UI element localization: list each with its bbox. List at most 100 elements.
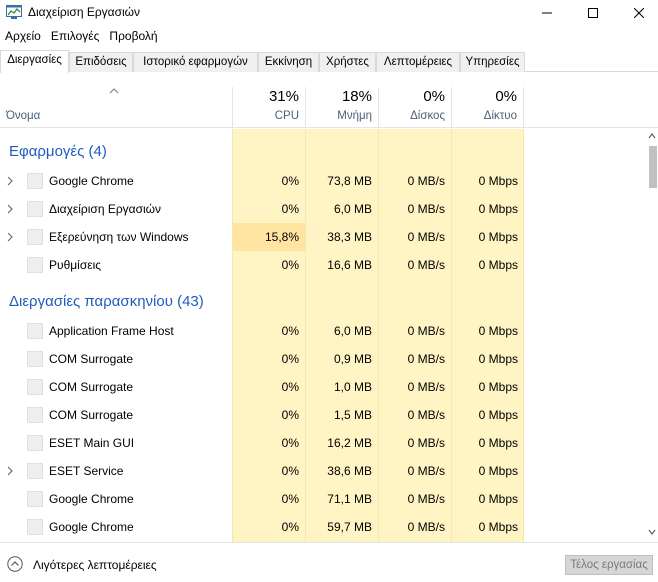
network-value: 0 Mbps [478, 174, 518, 188]
process-name: Εξερεύνηση των Windows [49, 230, 189, 244]
column-cpu-header[interactable]: 31% CPU [232, 87, 305, 128]
maximize-icon [588, 7, 598, 18]
group-header[interactable]: Εφαρμογές (4) [0, 137, 646, 165]
cpu-value: 0% [281, 492, 299, 506]
tab-performance[interactable]: Επιδόσεις [69, 52, 133, 72]
cpu-value: 0% [281, 520, 299, 534]
end-task-button[interactable]: Τέλος εργασίας [565, 555, 653, 575]
process-name: ESET Main GUI [49, 436, 135, 450]
disk-value: 0 MB/s [407, 324, 445, 338]
process-row[interactable]: Google Chrome 0% 59,7 MB 0 MB/s 0 Mbps [0, 513, 646, 541]
column-name-header[interactable]: Όνομα [6, 110, 40, 122]
scroll-up-icon[interactable] [648, 133, 656, 139]
process-icon [27, 173, 43, 189]
process-row[interactable]: Εξερεύνηση των Windows 15,8% 38,3 MB 0 MB/s… [0, 223, 646, 251]
disk-value: 0 MB/s [407, 520, 445, 534]
process-icon [27, 201, 43, 217]
window-title: Διαχείριση Εργασιών [28, 5, 141, 19]
disk-value: 0 MB/s [407, 258, 445, 272]
sort-up-icon[interactable] [108, 87, 120, 95]
process-name: Application Frame Host [49, 324, 174, 338]
memory-label: Μνήμη [337, 110, 372, 122]
process-row[interactable]: COM Surrogate 0% 1,5 MB 0 MB/s 0 Mbps [0, 401, 646, 429]
network-value: 0 Mbps [478, 202, 518, 216]
process-icon [27, 463, 43, 479]
fewer-details-link[interactable]: Λιγότερες λεπτομέρειες [33, 558, 157, 572]
disk-value: 0 MB/s [407, 380, 445, 394]
scroll-down-icon[interactable] [648, 529, 656, 535]
minimize-button[interactable] [524, 0, 570, 25]
network-value: 0 Mbps [478, 464, 518, 478]
menu-options[interactable]: Επιλογές [46, 26, 105, 46]
cpu-value: 0% [281, 352, 299, 366]
tab-processes[interactable]: Διεργασίες [0, 50, 69, 73]
network-value: 0 Mbps [478, 436, 518, 450]
process-row[interactable]: COM Surrogate 0% 1,0 MB 0 MB/s 0 Mbps [0, 373, 646, 401]
memory-value: 38,3 MB [327, 230, 372, 244]
chevron-right-icon[interactable] [6, 176, 14, 186]
chevron-right-icon[interactable] [6, 232, 14, 242]
process-icon [27, 257, 43, 273]
process-name: Ρυθμίσεις [49, 258, 102, 272]
tab-details[interactable]: Λεπτομέρειες [376, 52, 460, 72]
process-row[interactable]: Google Chrome 0% 73,8 MB 0 MB/s 0 Mbps [0, 167, 646, 195]
disk-value: 0 MB/s [407, 492, 445, 506]
memory-total-percent: 18% [341, 88, 372, 105]
memory-value: 6,0 MB [333, 202, 372, 216]
process-icon [27, 491, 43, 507]
process-icon [27, 407, 43, 423]
cpu-value: 0% [281, 436, 299, 450]
memory-value: 59,7 MB [327, 520, 372, 534]
process-row[interactable]: ESET Main GUI 0% 16,2 MB 0 MB/s 0 Mbps [0, 429, 646, 457]
process-name: COM Surrogate [49, 352, 134, 366]
vertical-scrollbar[interactable] [646, 129, 658, 542]
tab-bar: Διεργασίες Επιδόσεις Ιστορικό εφαρμογών … [0, 50, 658, 73]
cpu-value: 0% [281, 324, 299, 338]
disk-value: 0 MB/s [407, 464, 445, 478]
disk-value: 0 MB/s [407, 174, 445, 188]
menu-file[interactable]: Αρχείο [0, 26, 46, 46]
tab-services[interactable]: Υπηρεσίες [460, 52, 525, 72]
process-icon [27, 519, 43, 535]
tab-users[interactable]: Χρήστες [319, 52, 376, 72]
process-row[interactable]: COM Surrogate 0% 0,9 MB 0 MB/s 0 Mbps [0, 345, 646, 373]
process-row[interactable]: Google Chrome 0% 71,1 MB 0 MB/s 0 Mbps [0, 485, 646, 513]
cpu-value: 0% [281, 408, 299, 422]
process-list: Εφαρμογές (4) Google Chrome 0% 73,8 MB 0 MB/… [0, 129, 646, 542]
memory-value: 71,1 MB [327, 492, 372, 506]
cpu-value: 0% [281, 202, 299, 216]
disk-value: 0 MB/s [407, 202, 445, 216]
disk-label: Δίσκος [410, 110, 445, 122]
tab-startup[interactable]: Εκκίνηση [258, 52, 319, 72]
process-name: Google Chrome [49, 520, 134, 534]
column-header: Όνομα 31% CPU 18% Μνήμη 0% Δίσκος 0% Δίκ… [0, 87, 658, 128]
chevron-right-icon[interactable] [6, 466, 14, 476]
disk-value: 0 MB/s [407, 436, 445, 450]
tab-app-history[interactable]: Ιστορικό εφαρμογών [133, 52, 258, 72]
process-row[interactable]: Application Frame Host 0% 6,0 MB 0 MB/s 0 Mb… [0, 317, 646, 345]
process-row[interactable]: Ρυθμίσεις 0% 16,6 MB 0 MB/s 0 Mbps [0, 251, 646, 279]
memory-value: 6,0 MB [333, 324, 372, 338]
menu-view[interactable]: Προβολή [104, 26, 162, 46]
task-manager-icon [6, 5, 22, 19]
close-button[interactable] [616, 0, 658, 25]
network-value: 0 Mbps [478, 324, 518, 338]
maximize-button[interactable] [570, 0, 616, 25]
column-memory-header[interactable]: 18% Μνήμη [305, 87, 378, 128]
close-icon [634, 7, 644, 18]
process-row[interactable]: ESET Service 0% 38,6 MB 0 MB/s 0 Mbps [0, 457, 646, 485]
process-row[interactable]: Διαχείριση Εργασιών 0% 6,0 MB 0 MB/s 0 Mbps [0, 195, 646, 223]
cpu-label: CPU [274, 110, 299, 122]
column-disk-header[interactable]: 0% Δίσκος [378, 87, 451, 128]
group-header[interactable]: Διεργασίες παρασκηνίου (43) [0, 287, 646, 315]
collapse-details-icon[interactable] [7, 556, 23, 572]
cpu-value: 0% [281, 380, 299, 394]
process-name: COM Surrogate [49, 408, 134, 422]
chevron-right-icon[interactable] [6, 204, 14, 214]
process-icon [27, 323, 43, 339]
column-network-header[interactable]: 0% Δίκτυο [451, 87, 524, 128]
memory-value: 16,2 MB [327, 436, 372, 450]
process-icon [27, 379, 43, 395]
scrollbar-thumb[interactable] [649, 146, 657, 188]
disk-value: 0 MB/s [407, 352, 445, 366]
